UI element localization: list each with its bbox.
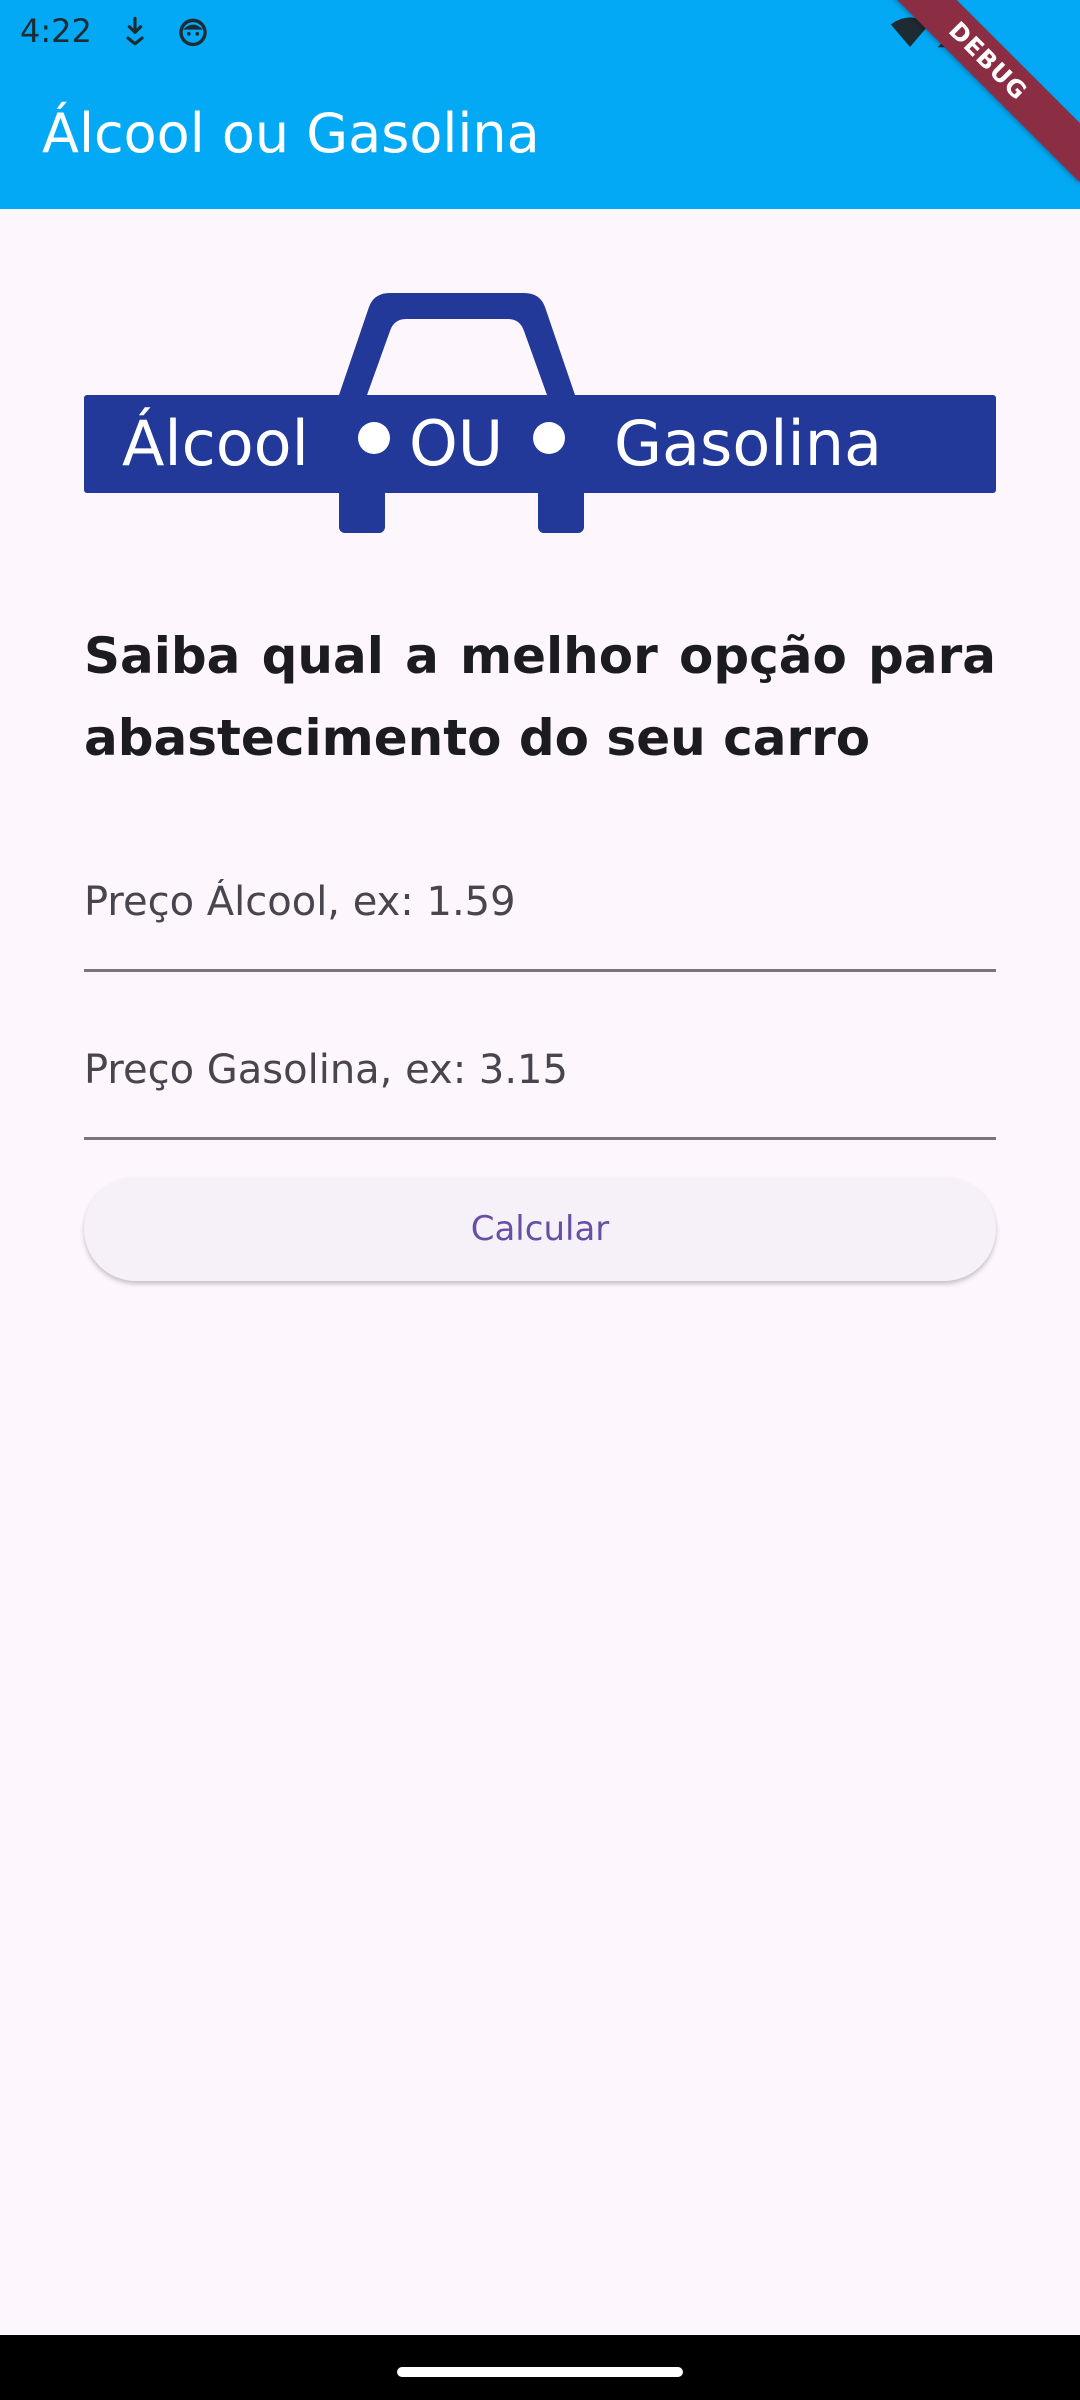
logo-word-right: Gasolina (614, 407, 882, 480)
home-indicator[interactable] (397, 2367, 683, 2377)
android-face-icon (176, 14, 210, 48)
alcool-price-field (84, 862, 996, 972)
alcool-ou-gasolina-logo: Álcool OU Gasolina (84, 293, 996, 533)
gasolina-price-field (84, 1030, 996, 1140)
alcool-price-input[interactable] (84, 862, 996, 969)
calcular-button[interactable]: Calcular (84, 1177, 996, 1281)
status-time: 4:22 (20, 12, 92, 50)
system-nav-bar (0, 2335, 1080, 2400)
page-headline: Saiba qual a melhor opção para abastecim… (84, 627, 996, 767)
app-title: Álcool ou Gasolina (42, 102, 540, 165)
logo-word-mid: OU (409, 407, 503, 480)
app-bar: 4:22 Álcool ou Gasolina (0, 0, 1080, 209)
gasolina-price-input[interactable] (84, 1030, 996, 1137)
app-screen: 4:22 Álcool ou Gasolina DEBUG Álcool OU … (0, 0, 1080, 2400)
download-icon (118, 14, 152, 48)
logo-word-left: Álcool (122, 406, 309, 480)
